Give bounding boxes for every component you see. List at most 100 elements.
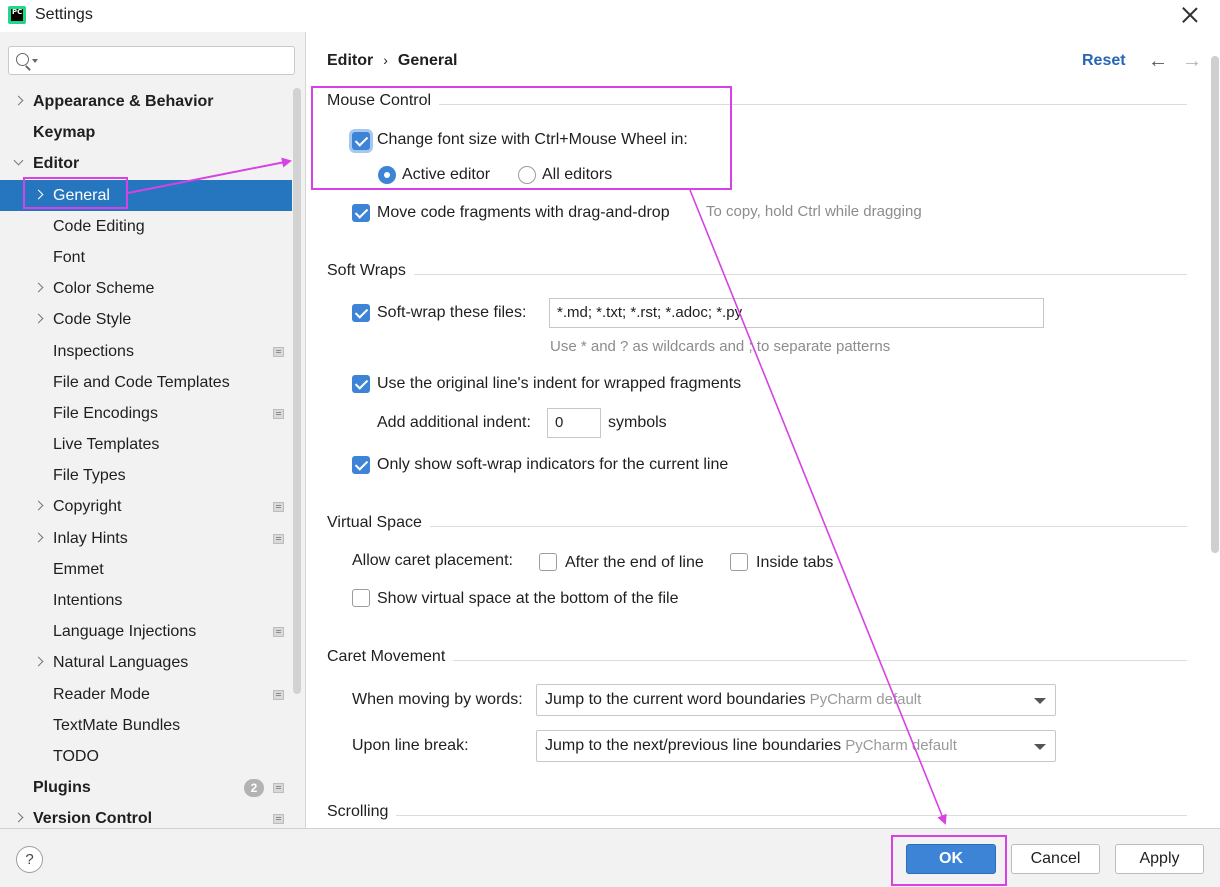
soft-wrap-indicators-checkbox[interactable]: [352, 456, 370, 474]
sidebar-item-font[interactable]: Font: [0, 242, 292, 273]
soft-wrap-files-checkbox[interactable]: [352, 304, 370, 322]
settings-sidebar: Appearance & Behavior Keymap Editor General…: [0, 32, 306, 828]
moving-by-words-label: When moving by words:: [352, 691, 523, 708]
all-editors-label[interactable]: All editors: [542, 166, 612, 184]
sidebar-item-keymap[interactable]: Keymap: [0, 117, 292, 148]
search-icon: [16, 53, 29, 66]
section-divider: [327, 526, 1187, 527]
soft-wrap-hint: Use * and ? as wildcards and ; to separa…: [550, 338, 891, 355]
sidebar-item-inspections[interactable]: Inspections: [0, 336, 292, 367]
sidebar-item-general[interactable]: General: [0, 179, 292, 211]
chevron-down-icon[interactable]: [32, 59, 38, 63]
sidebar-item-label: Font: [53, 248, 86, 266]
sidebar-item-label: TODO: [53, 747, 99, 765]
all-editors-radio[interactable]: [518, 166, 536, 184]
active-editor-label[interactable]: Active editor: [402, 166, 490, 184]
moving-by-words-select[interactable]: Jump to the current word boundaries PyCha…: [536, 684, 1056, 716]
soft-wrap-indicators-label[interactable]: Only show soft-wrap indicators for the c…: [377, 456, 728, 474]
sidebar-item-emmet[interactable]: Emmet: [0, 554, 292, 585]
additional-indent-unit: symbols: [608, 414, 667, 431]
sidebar-item-reader-mode[interactable]: Reader Mode: [0, 679, 292, 710]
sidebar-item-natural-languages[interactable]: Natural Languages: [0, 647, 292, 678]
sidebar-scrollbar[interactable]: [293, 88, 301, 694]
search-box[interactable]: [8, 46, 295, 75]
reset-link[interactable]: Reset: [1082, 52, 1126, 70]
after-end-of-line-checkbox[interactable]: [539, 553, 557, 571]
cancel-button[interactable]: Cancel: [1011, 844, 1100, 874]
sidebar-item-label: Editor: [33, 155, 80, 173]
soft-wrap-patterns-input[interactable]: *.md; *.txt; *.rst; *.adoc; *.py: [549, 298, 1044, 328]
sidebar-item-color-scheme[interactable]: Color Scheme: [0, 273, 292, 304]
section-title: Soft Wraps: [327, 262, 414, 280]
sidebar-item-label: Intentions: [53, 592, 123, 609]
sidebar-item-textmate-bundles[interactable]: TextMate Bundles: [0, 710, 292, 741]
additional-indent-input[interactable]: 0: [547, 408, 601, 438]
chevron-right-icon[interactable]: [33, 189, 44, 200]
chevron-right-icon[interactable]: [33, 313, 44, 324]
dialog-footer: ? OK Cancel Apply: [0, 828, 1220, 887]
search-input[interactable]: [41, 50, 289, 71]
line-break-label: Upon line break:: [352, 737, 469, 754]
sidebar-item-code-style[interactable]: Code Style: [0, 304, 292, 335]
close-icon[interactable]: [1178, 3, 1202, 27]
inside-tabs-label[interactable]: Inside tabs: [756, 554, 833, 572]
sidebar-item-inlay-hints[interactable]: Inlay Hints: [0, 523, 292, 554]
sidebar-item-file-encodings[interactable]: File Encodings: [0, 398, 292, 429]
section-title: Caret Movement: [327, 648, 454, 666]
sidebar-item-language-injections[interactable]: Language Injections: [0, 616, 292, 647]
after-end-of-line-label[interactable]: After the end of line: [565, 554, 704, 572]
section-virtual-space: Virtual Space: [327, 514, 1187, 538]
chevron-down-icon: [1034, 698, 1046, 704]
drag-drop-label[interactable]: Move code fragments with drag-and-drop: [377, 204, 670, 222]
chevron-right-icon[interactable]: [13, 812, 24, 823]
help-button[interactable]: ?: [16, 846, 43, 873]
chevron-right-icon[interactable]: [13, 95, 24, 106]
apply-button[interactable]: Apply: [1115, 844, 1204, 874]
chevron-right-icon[interactable]: [33, 500, 44, 511]
inside-tabs-checkbox[interactable]: [730, 553, 748, 571]
chevron-down-icon[interactable]: [13, 155, 24, 166]
section-caret-movement: Caret Movement: [327, 648, 1187, 672]
chevron-right-icon[interactable]: [33, 532, 44, 543]
chevron-right-icon[interactable]: [33, 282, 44, 293]
breadcrumb-item[interactable]: Editor: [327, 52, 373, 69]
sidebar-item-copyright[interactable]: Copyright: [0, 491, 292, 522]
project-settings-icon: [273, 502, 284, 513]
content-scrollbar[interactable]: [1211, 56, 1219, 553]
project-settings-icon: [273, 408, 284, 419]
original-indent-label[interactable]: Use the original line's indent for wrapp…: [377, 375, 741, 393]
sidebar-item-label: Keymap: [33, 124, 96, 142]
original-indent-checkbox[interactable]: [352, 375, 370, 393]
drag-drop-checkbox[interactable]: [352, 204, 370, 222]
breadcrumb: Editor › General: [327, 52, 457, 70]
sidebar-item-label: Code Style: [53, 311, 132, 329]
sidebar-item-label: Live Templates: [53, 436, 160, 454]
ctrl-wheel-checkbox[interactable]: [352, 132, 370, 150]
sidebar-item-live-templates[interactable]: Live Templates: [0, 429, 292, 460]
title-bar: PC Settings: [0, 0, 1220, 32]
sidebar-item-appearance-behavior[interactable]: Appearance & Behavior: [0, 86, 292, 117]
sidebar-item-editor[interactable]: Editor: [0, 148, 292, 179]
show-virtual-space-checkbox[interactable]: [352, 589, 370, 607]
sidebar-item-file-and-code-templates[interactable]: File and Code Templates: [0, 367, 292, 398]
ctrl-wheel-label[interactable]: Change font size with Ctrl+Mouse Wheel i…: [377, 131, 688, 149]
select-default-hint: PyCharm default: [809, 691, 922, 708]
chevron-right-icon[interactable]: [33, 656, 44, 667]
sidebar-item-plugins[interactable]: Plugins 2: [0, 772, 292, 803]
arrow-left-icon[interactable]: ←: [1148, 51, 1168, 71]
sidebar-item-todo[interactable]: TODO: [0, 741, 292, 772]
show-virtual-space-label[interactable]: Show virtual space at the bottom of the …: [377, 590, 679, 608]
ok-button[interactable]: OK: [906, 844, 996, 874]
chevron-down-icon: [1034, 744, 1046, 750]
breadcrumb-item: General: [397, 52, 458, 69]
line-break-select[interactable]: Jump to the next/previous line boundarie…: [536, 730, 1056, 762]
active-editor-radio[interactable]: [378, 166, 396, 184]
arrow-right-icon[interactable]: →: [1182, 51, 1202, 71]
sidebar-item-label: Natural Languages: [53, 654, 189, 672]
sidebar-item-label: Inspections: [53, 342, 134, 360]
sidebar-item-code-editing[interactable]: Code Editing: [0, 211, 292, 242]
select-value: Jump to the next/previous line boundarie…: [545, 737, 842, 754]
soft-wrap-files-label[interactable]: Soft-wrap these files:: [377, 304, 526, 322]
sidebar-item-intentions[interactable]: Intentions: [0, 585, 292, 616]
sidebar-item-file-types[interactable]: File Types: [0, 460, 292, 491]
